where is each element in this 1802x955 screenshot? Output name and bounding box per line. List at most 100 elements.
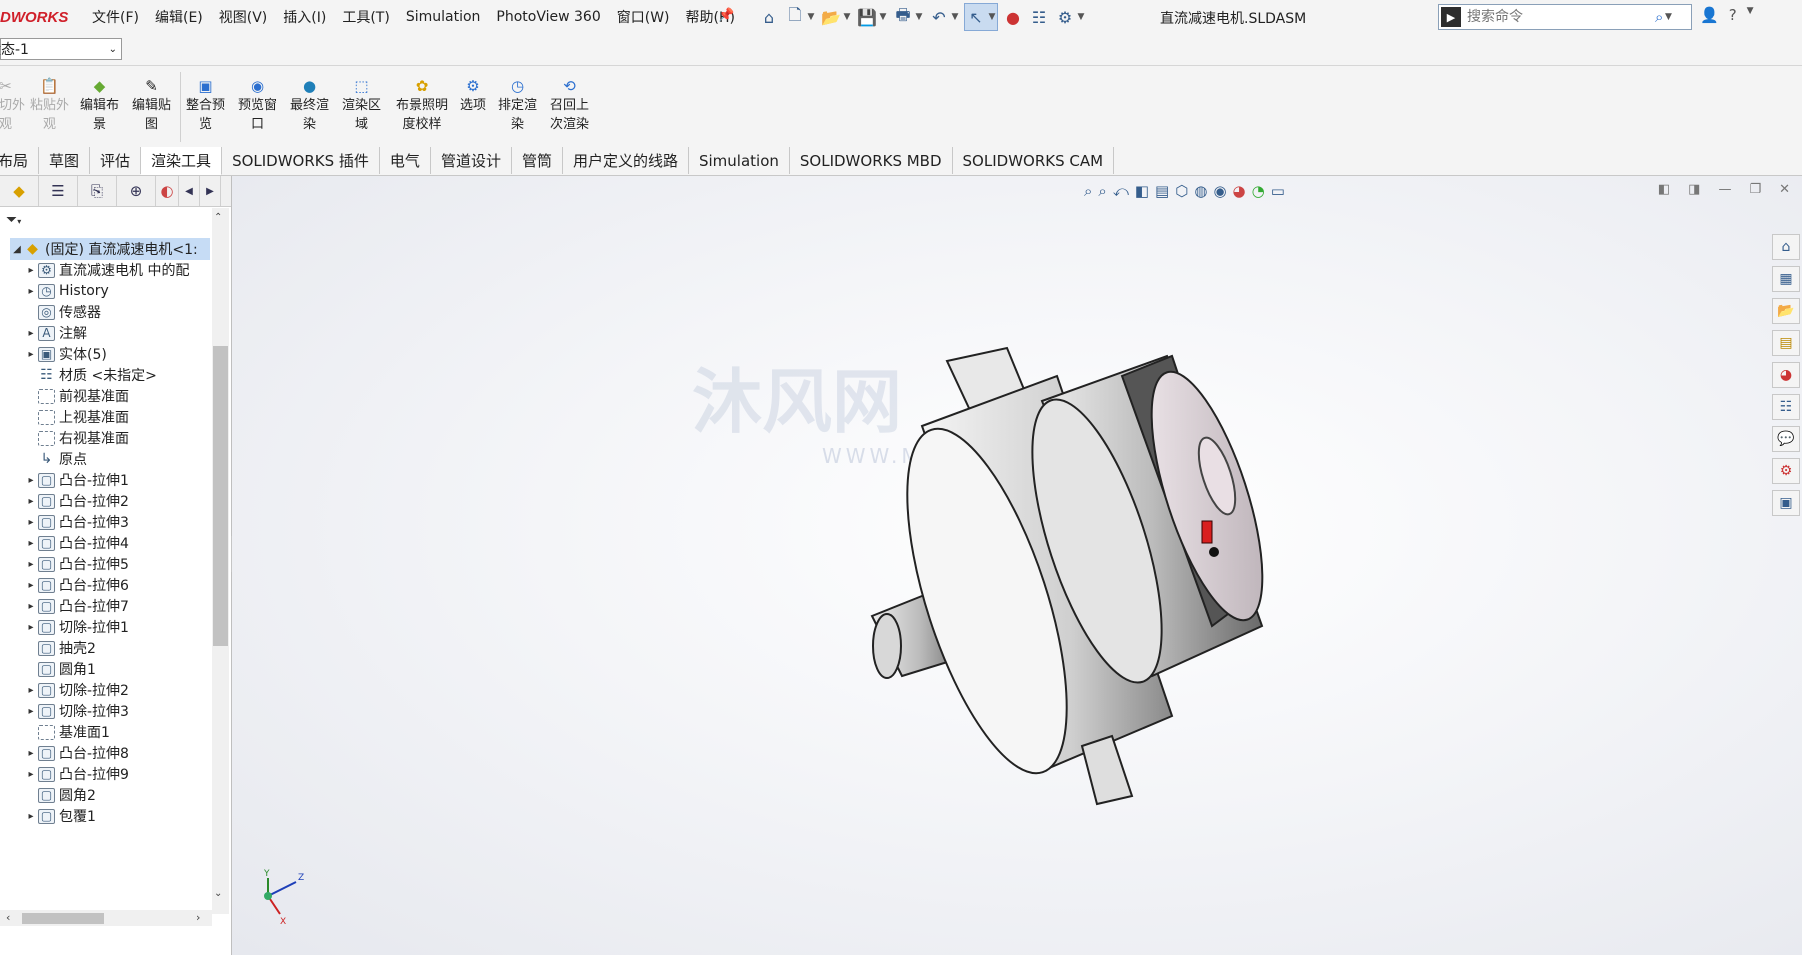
menu-window[interactable]: 窗口(W) xyxy=(609,7,678,27)
edit-scene-button[interactable]: ◆ 编辑布 景 xyxy=(80,76,119,134)
tab-solidworks-addins[interactable]: SOLIDWORKS 插件 xyxy=(222,147,380,174)
cut-appearance-button[interactable]: ✂剪切外 观 xyxy=(0,76,25,134)
chevron-down-icon[interactable]: ▼ xyxy=(878,12,888,22)
apply-scene-icon[interactable]: ◔ xyxy=(1252,182,1265,200)
final-render-button[interactable]: ● 最终渲 染 xyxy=(290,76,329,134)
paste-appearance-button[interactable]: 📋 粘贴外 观 xyxy=(30,76,69,134)
menu-view[interactable]: 视图(V) xyxy=(211,7,276,27)
tab-solidworks-cam[interactable]: SOLIDWORKS CAM xyxy=(953,147,1115,174)
chevron-down-icon[interactable]: ▼ xyxy=(987,12,997,22)
dimxpert-tab[interactable]: ⊕ xyxy=(117,176,156,206)
forum-tab[interactable]: 💬 xyxy=(1772,426,1800,452)
render-region-button[interactable]: ⬚ 渲染区 域 xyxy=(342,76,381,134)
expand-icon[interactable]: ▸ xyxy=(24,811,38,822)
tree-root[interactable]: ◢ ◆ (固定) 直流减速电机<1: xyxy=(10,238,210,260)
scroll-right-icon[interactable]: › xyxy=(196,911,200,924)
tree-item[interactable]: ▸ A 注解 xyxy=(24,322,87,344)
scene-illumination-button[interactable]: ✿ 布景照明 度校样 xyxy=(396,76,448,134)
dynamic-annotation-icon[interactable]: ▤ xyxy=(1155,182,1169,200)
view-orientation-icon[interactable]: ⬡ xyxy=(1175,182,1188,200)
tree-item[interactable]: ▸ ▢ 凸台-拉伸9 xyxy=(24,763,129,785)
hide-show-items-icon[interactable]: ◉ xyxy=(1213,182,1226,200)
tree-item[interactable]: ▸ ▢ 凸台-拉伸6 xyxy=(24,574,129,596)
menu-file[interactable]: 文件(F) xyxy=(84,7,147,27)
scroll-left-icon[interactable]: ‹ xyxy=(6,911,10,924)
options-button[interactable]: ⚙ ▼ xyxy=(1054,4,1086,30)
expand-icon[interactable]: ▸ xyxy=(24,265,38,276)
tree-item[interactable]: 基准面1 xyxy=(24,721,110,743)
tree-item[interactable]: ▢ 圆角2 xyxy=(24,784,96,806)
edit-appearance-icon[interactable]: ◕ xyxy=(1233,182,1246,200)
help-icon[interactable]: ? xyxy=(1729,6,1737,24)
tree-item[interactable]: ◎ 传感器 xyxy=(24,301,101,323)
tab-user-defined-routing[interactable]: 用户定义的线路 xyxy=(563,147,689,174)
collapse-icon[interactable]: ◢ xyxy=(10,244,24,255)
tab-sketch[interactable]: 草图 xyxy=(39,147,91,174)
featuremanager-tab[interactable]: ◆ xyxy=(0,176,39,206)
solidworks-logo[interactable]: DWORKS xyxy=(0,9,68,26)
zoom-to-fit-icon[interactable]: ⌕ xyxy=(1084,182,1092,200)
tree-item[interactable]: ▸ ◷ History xyxy=(24,280,108,302)
display-manager-tab[interactable]: ◐ xyxy=(156,176,179,206)
toolbox-tab[interactable]: ⚙ xyxy=(1772,458,1800,484)
tab-render-tools[interactable]: 渲染工具 xyxy=(141,147,223,175)
home-button[interactable]: ⌂ xyxy=(758,4,780,30)
tree-item[interactable]: ▸ ▣ 实体(5) xyxy=(24,343,107,365)
expand-icon[interactable]: ▸ xyxy=(24,685,38,696)
tree-item[interactable]: ▸ ▢ 切除-拉伸3 xyxy=(24,700,129,722)
undo-button[interactable]: ↶ ▼ xyxy=(928,4,960,30)
tile-left-icon[interactable]: ◧ xyxy=(1658,182,1670,197)
panel-scroll-right[interactable]: ▶ xyxy=(200,176,221,206)
menu-tools[interactable]: 工具(T) xyxy=(334,7,397,27)
expand-icon[interactable]: ▸ xyxy=(24,286,38,297)
scroll-down-icon[interactable]: ⌄ xyxy=(214,888,222,899)
tree-item[interactable]: ▸ ⚙ 直流减速电机 中的配 xyxy=(24,259,189,281)
restore-icon[interactable]: ❐ xyxy=(1749,182,1761,197)
menu-edit[interactable]: 编辑(E) xyxy=(147,7,211,27)
file-properties-button[interactable]: ☷ xyxy=(1028,4,1050,30)
chevron-down-icon[interactable]: ▼ xyxy=(1076,12,1086,22)
expand-icon[interactable]: ▸ xyxy=(24,349,38,360)
recall-last-render-button[interactable]: ⟲ 召回上 次渲染 xyxy=(550,76,589,134)
tree-item[interactable]: ▸ ▢ 切除-拉伸2 xyxy=(24,679,129,701)
expand-icon[interactable]: ▸ xyxy=(24,538,38,549)
tree-item[interactable]: 上视基准面 xyxy=(24,406,129,428)
expand-icon[interactable]: ▸ xyxy=(24,496,38,507)
tree-item[interactable]: 前视基准面 xyxy=(24,385,129,407)
tree-vertical-scroll-thumb[interactable] xyxy=(213,346,228,646)
view-palette-tab[interactable]: ▤ xyxy=(1772,330,1800,356)
rebuild-button[interactable]: ● xyxy=(1002,4,1024,30)
chevron-down-icon[interactable]: ▼ xyxy=(950,12,960,22)
search-input[interactable] xyxy=(1465,8,1649,26)
expand-icon[interactable]: ▸ xyxy=(24,601,38,612)
design-library-tab[interactable]: ▦ xyxy=(1772,266,1800,292)
tree-item[interactable]: ▸ ▢ 凸台-拉伸4 xyxy=(24,532,129,554)
motion-tab[interactable]: ▣ xyxy=(1772,490,1800,516)
menu-photoview[interactable]: PhotoView 360 xyxy=(488,9,608,25)
save-button[interactable]: 💾 ▼ xyxy=(856,4,888,30)
tree-item[interactable]: ▸ ▢ 凸台-拉伸5 xyxy=(24,553,129,575)
filter-button[interactable]: ⏷▾ xyxy=(6,212,21,228)
print-button[interactable]: 🖶 ▼ xyxy=(892,4,924,30)
close-icon[interactable]: ✕ xyxy=(1779,182,1790,197)
menu-insert[interactable]: 插入(I) xyxy=(275,7,334,27)
expand-icon[interactable]: ▸ xyxy=(24,748,38,759)
tree-item[interactable]: ▸ ▢ 切除-拉伸1 xyxy=(24,616,129,638)
tab-layout[interactable]: 布局 xyxy=(0,147,40,174)
options-ribbon-button[interactable]: ⚙ 选项 xyxy=(460,76,486,115)
chevron-down-icon[interactable]: ▼ xyxy=(806,12,816,22)
search-box[interactable]: ▶ ⌕ ▼ xyxy=(1438,4,1692,30)
open-button[interactable]: 📂 ▼ xyxy=(820,4,852,30)
new-button[interactable]: 🗋 ▼ xyxy=(784,4,816,30)
user-icon[interactable]: 👤 xyxy=(1700,6,1719,24)
configurationmanager-tab[interactable]: ⎘ xyxy=(78,176,117,206)
zoom-to-area-icon[interactable]: ⌕ xyxy=(1098,182,1106,200)
chevron-down-icon[interactable]: ▼ xyxy=(1663,12,1673,22)
tab-simulation[interactable]: Simulation xyxy=(689,147,790,174)
minimize-icon[interactable]: — xyxy=(1718,182,1731,197)
expand-icon[interactable]: ▸ xyxy=(24,580,38,591)
schedule-render-button[interactable]: ◷ 排定渲 染 xyxy=(498,76,537,134)
tree-item[interactable]: ▢ 圆角1 xyxy=(24,658,96,680)
search-icon[interactable]: ⌕ xyxy=(1655,8,1663,26)
custom-properties-tab[interactable]: ☷ xyxy=(1772,394,1800,420)
